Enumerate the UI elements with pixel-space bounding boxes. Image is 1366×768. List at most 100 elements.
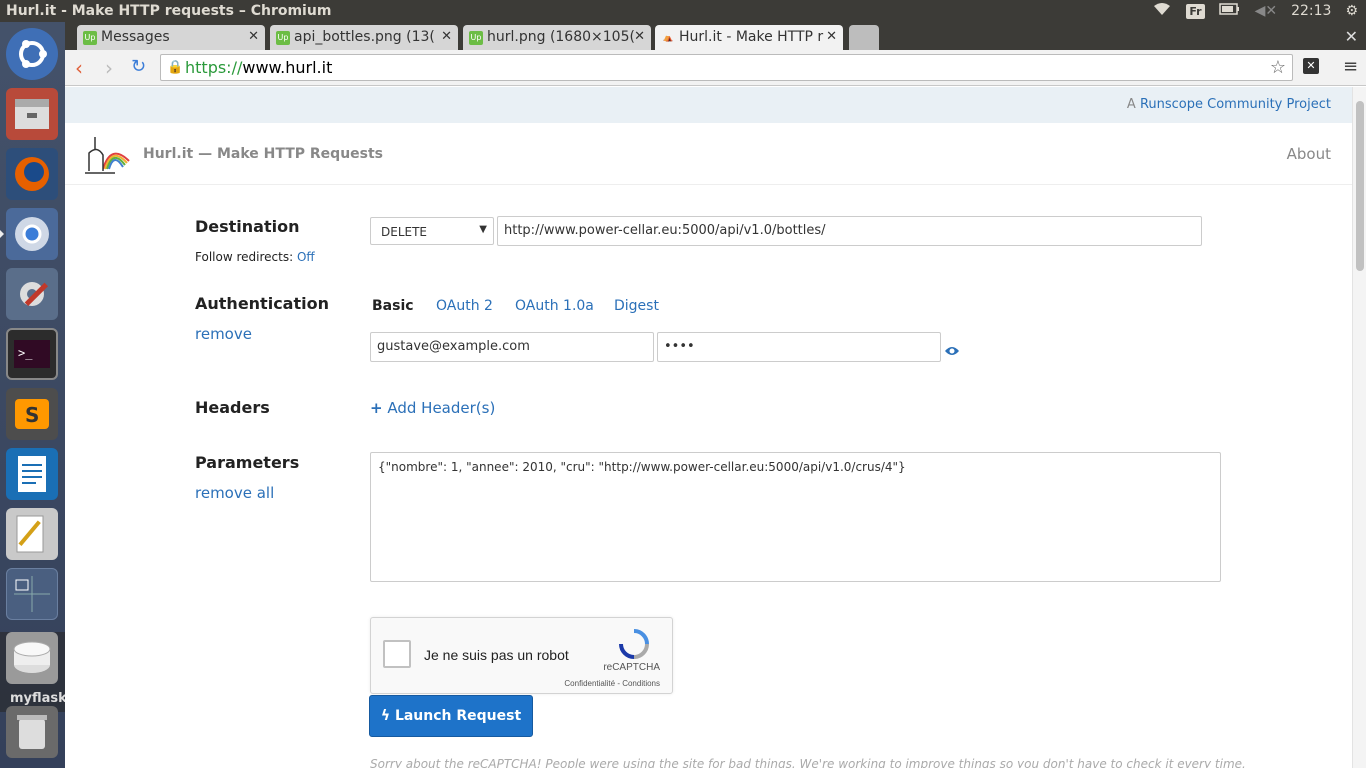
- community-banner: A Runscope Community Project: [65, 87, 1352, 123]
- tab-label: hurl.png (1680×105(: [487, 29, 635, 45]
- lightning-icon: ϟ: [380, 708, 391, 724]
- site-header: Hurl.it — Make HTTP Requests About: [65, 123, 1352, 185]
- captcha-note: Sorry about the reCAPTCHA! People were u…: [370, 757, 1246, 768]
- request-body-textarea[interactable]: {"nombre": 1, "annee": 2010, "cru": "htt…: [370, 452, 1221, 582]
- follow-redirects-toggle[interactable]: Off: [297, 250, 315, 264]
- tab-api-bottles[interactable]: Up api_bottles.png (13( ✕: [270, 25, 458, 50]
- tab-hurl-png[interactable]: Up hurl.png (1680×105( ✕: [463, 25, 651, 50]
- address-bar[interactable]: 🔒 https://www.hurl.it ☆: [160, 54, 1293, 81]
- tab-label: api_bottles.png (13(: [294, 29, 435, 45]
- chromium-icon[interactable]: [0, 208, 58, 260]
- recaptcha-checkbox[interactable]: [383, 640, 411, 668]
- tab-oauth2[interactable]: OAuth 2: [436, 298, 493, 314]
- launch-request-button[interactable]: ϟ Launch Request: [369, 695, 533, 737]
- bookmark-star-icon[interactable]: ☆: [1270, 57, 1286, 78]
- username-field[interactable]: gustave@example.com: [370, 332, 654, 362]
- http-method-value: DELETE: [381, 225, 428, 239]
- menu-icon[interactable]: ≡: [1343, 56, 1358, 77]
- headers-label: Headers: [195, 398, 270, 417]
- page-scrollbar[interactable]: [1352, 87, 1366, 768]
- close-icon[interactable]: ✕: [826, 29, 837, 44]
- remove-all-params-link[interactable]: remove all: [195, 484, 274, 502]
- destination-label: Destination: [195, 217, 300, 236]
- drive-icon[interactable]: [6, 632, 58, 684]
- settings-gear-icon[interactable]: ⚙: [1345, 3, 1358, 19]
- app-launcher: >_ S myflask: [0, 22, 67, 768]
- url-scheme: https://: [185, 58, 243, 77]
- authentication-label: Authentication: [195, 294, 329, 313]
- terminal-icon[interactable]: >_: [6, 328, 58, 380]
- workspace-switcher-icon[interactable]: [6, 568, 58, 620]
- tab-digest[interactable]: Digest: [614, 298, 659, 314]
- runscope-link[interactable]: Runscope Community Project: [1140, 97, 1331, 112]
- launch-label: Launch Request: [394, 708, 522, 724]
- add-headers-label: Add Header(s): [387, 399, 496, 417]
- follow-redirects: Follow redirects: Off: [195, 250, 315, 264]
- window-title: Hurl.it - Make HTTP requests – Chromium: [6, 3, 332, 19]
- tab-label: Hurl.it - Make HTTP r: [679, 29, 824, 45]
- firefox-icon[interactable]: [6, 148, 58, 200]
- upwork-favicon-icon: Up: [276, 31, 290, 45]
- volume-muted-icon[interactable]: ◀✕: [1255, 3, 1278, 19]
- tab-label: Messages: [101, 29, 170, 45]
- parameters-label: Parameters: [195, 453, 300, 472]
- libreoffice-writer-icon[interactable]: [6, 448, 58, 500]
- lock-icon: 🔒: [167, 60, 184, 75]
- svg-text:S: S: [25, 403, 39, 427]
- new-tab-button[interactable]: [849, 25, 879, 50]
- system-tray: Fr ◀✕ 22:13 ⚙: [1152, 0, 1366, 22]
- site-brand[interactable]: Hurl.it — Make HTTP Requests: [143, 146, 383, 162]
- back-arrow-icon[interactable]: ‹: [75, 56, 83, 80]
- browser-toolbar: ‹ › ↻ 🔒 https://www.hurl.it ☆ ✕ ≡: [65, 50, 1366, 86]
- os-top-bar: Hurl.it - Make HTTP requests – Chromium …: [0, 0, 1366, 22]
- tab-basic-auth[interactable]: Basic: [372, 298, 414, 314]
- upwork-favicon-icon: Up: [469, 31, 483, 45]
- files-app-icon[interactable]: [6, 88, 58, 140]
- http-method-select[interactable]: DELETE ▼: [370, 217, 494, 245]
- text-editor-icon[interactable]: [6, 508, 58, 560]
- trash-icon[interactable]: [6, 706, 58, 758]
- url-input[interactable]: http://www.power-cellar.eu:5000/api/v1.0…: [497, 216, 1202, 246]
- password-field[interactable]: ••••: [657, 332, 941, 362]
- tab-hurl-it[interactable]: ⛺ Hurl.it - Make HTTP r ✕: [655, 25, 843, 50]
- drive-label: myflask: [10, 691, 67, 706]
- close-icon[interactable]: ✕: [441, 29, 452, 44]
- tab-messages[interactable]: Up Messages ✕: [77, 25, 265, 50]
- about-link[interactable]: About: [1287, 145, 1331, 163]
- svg-text:>_: >_: [18, 346, 33, 360]
- upwork-favicon-icon: Up: [83, 31, 97, 45]
- hurl-favicon-icon: ⛺: [663, 33, 673, 42]
- add-headers-button[interactable]: + Add Header(s): [370, 399, 495, 417]
- myflask-drive[interactable]: myflask: [0, 632, 67, 712]
- extension-icon[interactable]: ✕: [1303, 58, 1319, 74]
- sublime-text-icon[interactable]: S: [6, 388, 58, 440]
- remove-auth-link[interactable]: remove: [195, 325, 252, 343]
- community-prefix: A: [1126, 97, 1136, 112]
- hurl-logo-icon[interactable]: [85, 133, 131, 175]
- scrollbar-thumb[interactable]: [1356, 101, 1364, 271]
- url-host: www.hurl.it: [242, 58, 333, 77]
- system-settings-icon[interactable]: [6, 268, 58, 320]
- plus-icon: +: [370, 399, 383, 417]
- ubuntu-dash-icon[interactable]: [6, 28, 58, 80]
- recaptcha-text: Je ne suis pas un robot: [424, 647, 569, 663]
- follow-redirects-label: Follow redirects:: [195, 250, 294, 264]
- dropdown-arrow-icon: ▼: [479, 224, 487, 235]
- recaptcha-terms[interactable]: Confidentialité - Conditions: [564, 679, 660, 688]
- tab-oauth1[interactable]: OAuth 1.0a: [515, 298, 594, 314]
- web-page: A Runscope Community Project Hurl.it — M…: [65, 87, 1352, 768]
- reload-icon[interactable]: ↻: [131, 56, 146, 77]
- close-icon[interactable]: ✕: [634, 29, 645, 44]
- close-icon[interactable]: ✕: [248, 29, 259, 44]
- recaptcha-logo-icon: [619, 629, 649, 659]
- wifi-icon[interactable]: [1152, 2, 1172, 20]
- show-password-eye-icon[interactable]: [944, 342, 960, 361]
- browser-tab-strip: Up Messages ✕ Up api_bottles.png (13( ✕ …: [65, 22, 1366, 50]
- recaptcha-brand: reCAPTCHA: [603, 662, 660, 673]
- keyboard-layout-indicator[interactable]: Fr: [1186, 3, 1205, 19]
- battery-icon[interactable]: [1218, 3, 1241, 19]
- forward-arrow-icon[interactable]: ›: [105, 56, 113, 80]
- clock[interactable]: 22:13: [1291, 3, 1331, 19]
- window-close-icon[interactable]: ✕: [1345, 27, 1358, 46]
- recaptcha-widget: Je ne suis pas un robot reCAPTCHA Confid…: [370, 617, 673, 694]
